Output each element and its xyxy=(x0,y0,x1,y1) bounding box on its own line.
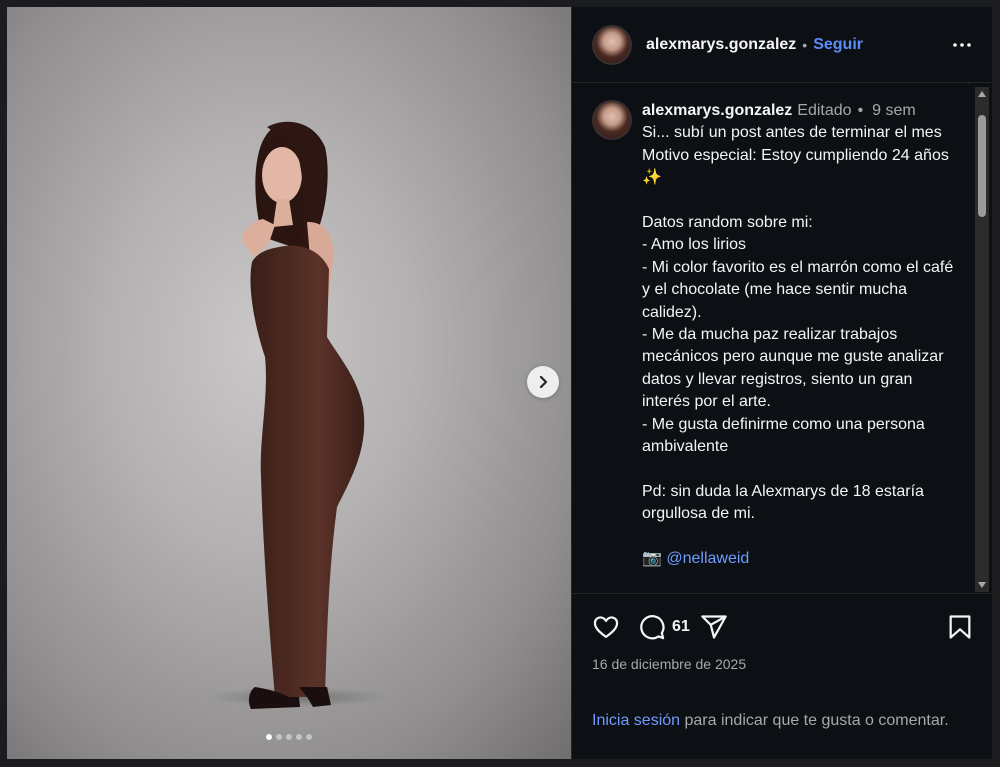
camera-emoji: 📷 xyxy=(642,550,662,568)
chevron-right-icon xyxy=(539,375,548,389)
carousel-dot-4[interactable] xyxy=(296,734,302,740)
comments-section[interactable]: alexmarys.gonzalez Editado • 9 sem Si...… xyxy=(572,84,993,593)
bookmark-icon xyxy=(949,615,971,639)
post-photo xyxy=(207,121,387,709)
carousel-dot-1[interactable] xyxy=(266,734,272,740)
caption-avatar[interactable] xyxy=(592,100,632,140)
next-slide-button[interactable] xyxy=(527,366,559,398)
caption-item: alexmarys.gonzalez Editado • 9 sem Si...… xyxy=(572,84,993,571)
caption-username[interactable]: alexmarys.gonzalez xyxy=(642,100,792,122)
post-modal: alexmarys.gonzalez • Seguir alexmarys.go… xyxy=(7,7,993,759)
scroll-thumb[interactable] xyxy=(978,115,986,217)
post-panel: alexmarys.gonzalez • Seguir alexmarys.go… xyxy=(571,7,993,759)
scroll-up-arrow[interactable] xyxy=(975,87,989,101)
more-horizontal-icon xyxy=(953,42,971,47)
post-header: alexmarys.gonzalez • Seguir xyxy=(572,7,992,83)
more-options-button[interactable] xyxy=(948,31,976,59)
share-button[interactable] xyxy=(700,613,728,641)
edited-label: Editado xyxy=(797,102,852,119)
author-username[interactable]: alexmarys.gonzalez xyxy=(646,36,796,54)
like-button[interactable] xyxy=(592,613,620,641)
login-link[interactable]: Inicia sesión xyxy=(592,712,680,729)
carousel-dot-3[interactable] xyxy=(286,734,292,740)
scroll-down-arrow[interactable] xyxy=(975,578,989,592)
separator-dot: • xyxy=(857,102,864,119)
triangle-down-icon xyxy=(978,582,986,588)
separator-dot: • xyxy=(802,36,808,53)
actions-area: 61 16 de diciembre de 2025 Inicia sesión… xyxy=(572,593,993,759)
post-time[interactable]: 9 sem xyxy=(872,100,916,122)
caption-text: Si... subí un post antes de terminar el … xyxy=(642,122,957,570)
login-prompt-text: para indicar que te gusta o comentar. xyxy=(680,712,949,729)
comment-icon xyxy=(640,615,665,640)
comment-count: 61 xyxy=(672,618,690,635)
send-icon xyxy=(701,615,727,639)
carousel-dot-5[interactable] xyxy=(306,734,312,740)
triangle-up-icon xyxy=(978,91,986,97)
carousel-dot-2[interactable] xyxy=(276,734,282,740)
post-media xyxy=(7,7,571,759)
follow-button[interactable]: Seguir xyxy=(813,36,863,54)
comment-button[interactable]: 61 xyxy=(638,613,690,641)
heart-icon xyxy=(593,616,619,639)
login-prompt: Inicia sesión para indicar que te gusta … xyxy=(572,672,993,732)
avatar[interactable] xyxy=(592,24,632,65)
save-button[interactable] xyxy=(947,613,973,641)
mention-link[interactable]: @nellaweid xyxy=(666,550,749,567)
carousel-indicator xyxy=(7,734,571,740)
caption-body: Si... subí un post antes de terminar el … xyxy=(642,124,954,523)
comments-scrollbar[interactable] xyxy=(975,87,989,592)
post-date[interactable]: 16 de diciembre de 2025 xyxy=(572,644,993,672)
action-bar: 61 xyxy=(572,594,993,644)
